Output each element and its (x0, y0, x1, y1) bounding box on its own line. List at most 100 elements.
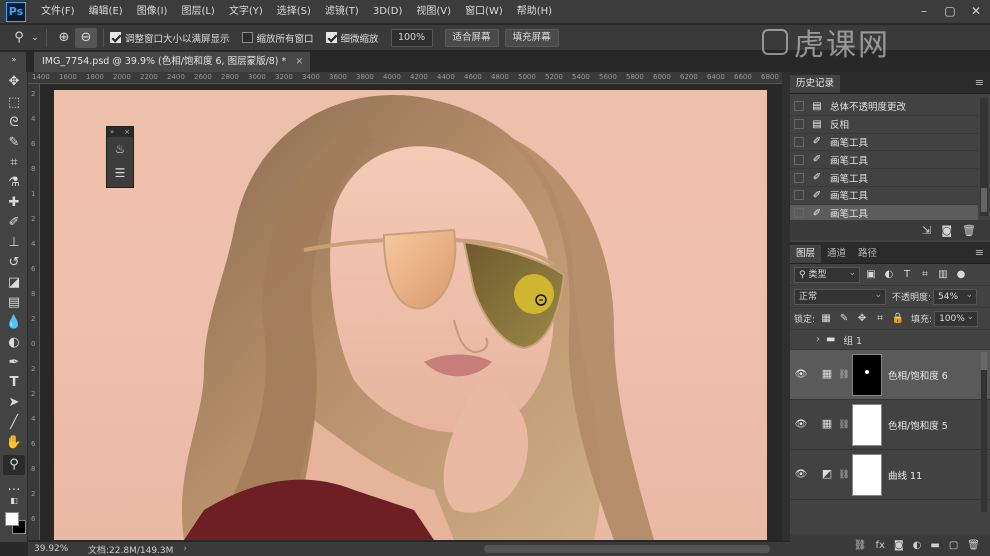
eye-icon[interactable]: 👁 (790, 369, 812, 380)
type-filter-icon[interactable]: T (900, 269, 914, 280)
close-icon[interactable]: ✕ (968, 2, 984, 20)
canvas-vertical-scrollbar[interactable] (782, 72, 790, 542)
line-tool-icon[interactable]: ╱ (3, 413, 25, 433)
history-source-box[interactable] (794, 154, 804, 165)
pen-tool-icon[interactable]: ✒ (3, 353, 25, 373)
menu-image[interactable]: 图像(I) (130, 0, 175, 24)
add-mask-icon[interactable]: ◙ (894, 540, 904, 551)
layer-mask-thumbnail[interactable] (852, 453, 882, 496)
menu-edit[interactable]: 编辑(E) (82, 0, 130, 24)
menu-file[interactable]: 文件(F) (34, 0, 82, 24)
smart-object-filter-icon[interactable]: ▥ (936, 269, 950, 280)
zoom-level[interactable]: 39.92% (28, 544, 74, 554)
gradient-tool-icon[interactable]: ▤ (3, 293, 25, 313)
tab-layers[interactable]: 图层 (790, 245, 822, 263)
quick-select-tool-icon[interactable]: ✎ (3, 133, 25, 153)
collapse-icon[interactable]: » (3, 54, 25, 66)
fit-screen-button[interactable]: 适合屏幕 (444, 28, 499, 47)
brush-presets-icon[interactable]: ♨ (107, 137, 133, 161)
layers-scrollbar[interactable] (981, 352, 987, 512)
close-icon[interactable]: × (124, 127, 130, 137)
crop-tool-icon[interactable]: ⌗ (3, 153, 25, 173)
fill-field[interactable]: 100% (934, 310, 979, 327)
link-layers-icon[interactable]: ⛓ (854, 540, 867, 551)
pixel-filter-icon[interactable]: ▣ (864, 269, 878, 280)
new-adjustment-icon[interactable]: ◐ (913, 540, 922, 551)
lock-pixels-icon[interactable]: ▦ (819, 313, 833, 324)
fx-icon[interactable]: fx (876, 540, 885, 551)
menu-type[interactable]: 文字(Y) (222, 0, 270, 24)
camera-icon[interactable]: ◙ (941, 224, 952, 237)
layer-mask-thumbnail[interactable] (852, 403, 882, 446)
checkbox-unchecked[interactable] (241, 32, 253, 43)
chevron-down-icon[interactable]: ⌄ (30, 28, 40, 48)
tab-paths[interactable]: 路径 (852, 245, 883, 263)
checkbox-checked[interactable] (325, 32, 337, 43)
zoom-tool-preset-icon[interactable]: ⚲ (8, 28, 30, 48)
zoom-percent-field[interactable]: 100% (390, 28, 433, 47)
history-scrollbar[interactable] (980, 98, 988, 216)
layer-filter-select[interactable]: ⚲ 类型 (794, 266, 860, 283)
new-group-icon[interactable]: ▬ (930, 540, 939, 551)
canvas-horizontal-scrollbar[interactable] (484, 545, 770, 553)
dodge-tool-icon[interactable]: ◐ (3, 333, 25, 353)
eraser-tool-icon[interactable]: ◪ (3, 273, 25, 293)
link-icon[interactable]: ⛓ (836, 470, 852, 480)
lasso-tool-icon[interactable]: ᘓ (3, 113, 25, 133)
history-item[interactable]: ✐ 画笔工具 (790, 187, 978, 205)
zoom-in-icon[interactable]: ⊕ (53, 28, 75, 48)
history-source-box[interactable] (794, 101, 804, 112)
filter-toggle-icon[interactable]: ● (954, 269, 968, 280)
blend-mode-select[interactable]: 正常 (794, 288, 886, 305)
trash-icon[interactable]: 🗑 (967, 540, 980, 551)
history-source-box[interactable] (794, 208, 804, 219)
link-icon[interactable]: ⛓ (836, 420, 852, 430)
zoom-all-windows-checkbox[interactable]: 缩放所有窗口 (241, 31, 314, 45)
expand-icon[interactable]: » (110, 127, 114, 137)
brush-tool-icon[interactable]: ✐ (3, 213, 25, 233)
history-brush-tool-icon[interactable]: ↺ (3, 253, 25, 273)
menu-help[interactable]: 帮助(H) (510, 0, 559, 24)
healing-brush-tool-icon[interactable]: ✚ (3, 193, 25, 213)
resize-windows-checkbox[interactable]: 调整窗口大小以满屏显示 (110, 31, 230, 45)
shape-filter-icon[interactable]: ⌗ (918, 269, 932, 280)
zoom-out-icon[interactable]: ⊖ (75, 27, 97, 48)
document-canvas[interactable] (54, 90, 767, 540)
new-document-from-state-icon[interactable]: ⇲ (922, 224, 931, 237)
blur-tool-icon[interactable]: 💧 (3, 313, 25, 333)
history-source-box[interactable] (794, 136, 804, 147)
opacity-field[interactable]: 54% (933, 288, 978, 305)
status-menu-arrow[interactable]: › (183, 544, 187, 554)
scrubby-zoom-checkbox[interactable]: 细微缩放 (325, 31, 379, 45)
menu-layer[interactable]: 图层(L) (174, 0, 221, 24)
adjustment-filter-icon[interactable]: ◐ (882, 269, 896, 280)
layer-group-row[interactable]: › ▬ 组 1 (790, 330, 990, 350)
trash-icon[interactable]: 🗑 (962, 224, 976, 237)
history-item[interactable]: ✐ 画笔工具 (790, 169, 978, 187)
eye-icon[interactable]: 👁 (790, 469, 812, 480)
menu-view[interactable]: 视图(V) (409, 0, 458, 24)
new-layer-icon[interactable]: ▢ (949, 540, 958, 551)
lock-all-icon[interactable]: 🔒 (891, 313, 905, 324)
clone-stamp-tool-icon[interactable]: ⊥ (3, 233, 25, 253)
menu-3d[interactable]: 3D(D) (366, 0, 410, 24)
layer-row[interactable]: 👁 ▦ ⛓ 色相/饱和度 5 (790, 400, 990, 450)
scroll-thumb[interactable] (981, 352, 987, 370)
tab-channels[interactable]: 通道 (821, 245, 852, 263)
history-source-box[interactable] (794, 190, 804, 201)
menu-filter[interactable]: 滤镜(T) (318, 0, 366, 24)
history-item[interactable]: ▤ 反相 (790, 116, 978, 134)
marquee-tool-icon[interactable]: ⬚ (3, 93, 25, 113)
close-tab-icon[interactable]: × (295, 52, 303, 72)
hand-tool-icon[interactable]: ✋ (3, 433, 25, 453)
fill-screen-button[interactable]: 填充屏幕 (504, 28, 559, 47)
layer-row[interactable]: 👁 ▦ ⛓ 色相/饱和度 6 (790, 350, 990, 400)
scroll-thumb[interactable] (981, 188, 987, 212)
layer-mask-thumbnail[interactable] (852, 353, 882, 396)
layer-row[interactable]: 👁 ◩ ⛓ 曲线 11 (790, 450, 990, 500)
history-source-box[interactable] (794, 119, 804, 130)
link-icon[interactable]: ⛓ (836, 370, 852, 380)
maximize-icon[interactable]: ▢ (942, 2, 958, 20)
menu-window[interactable]: 窗口(W) (458, 0, 510, 24)
type-tool-icon[interactable]: T (3, 373, 25, 393)
